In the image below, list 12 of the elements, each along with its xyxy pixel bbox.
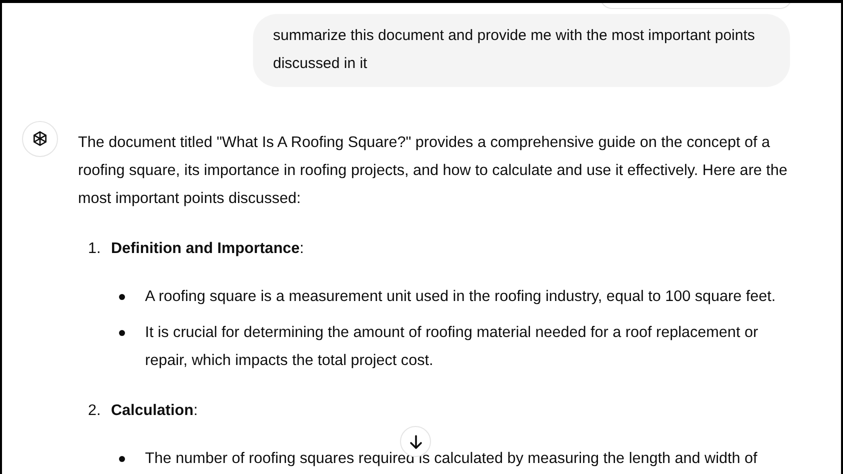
response-paragraph: The document titled "What Is A Roofing Square?" provides a comprehensive guide on the concept of a roofing square, its importance in roofing projects, and how to calculate and use it effectively. Here are the most important points discussed: xyxy=(78,133,788,209)
list-number: 1. xyxy=(88,239,102,259)
arrow-down-icon xyxy=(408,434,424,450)
bullet-icon xyxy=(119,330,125,336)
bullet-icon xyxy=(119,456,125,462)
section-heading: Definition and Importance: xyxy=(111,239,304,259)
bullet-text: It is crucial for determining the amount of roofing material needed for a roof replacement or repair, which impacts the total project cost. xyxy=(145,323,760,371)
user-message: summarize this document and provide me with the most important points discussed in it xyxy=(253,14,790,87)
bullet-icon xyxy=(119,294,125,300)
section-heading: Calculation: xyxy=(111,401,198,421)
list-number: 2. xyxy=(88,401,102,421)
bullet-text: A roofing square is a measurement unit used in the roofing industry, equal to 100 square feet. xyxy=(145,287,777,307)
